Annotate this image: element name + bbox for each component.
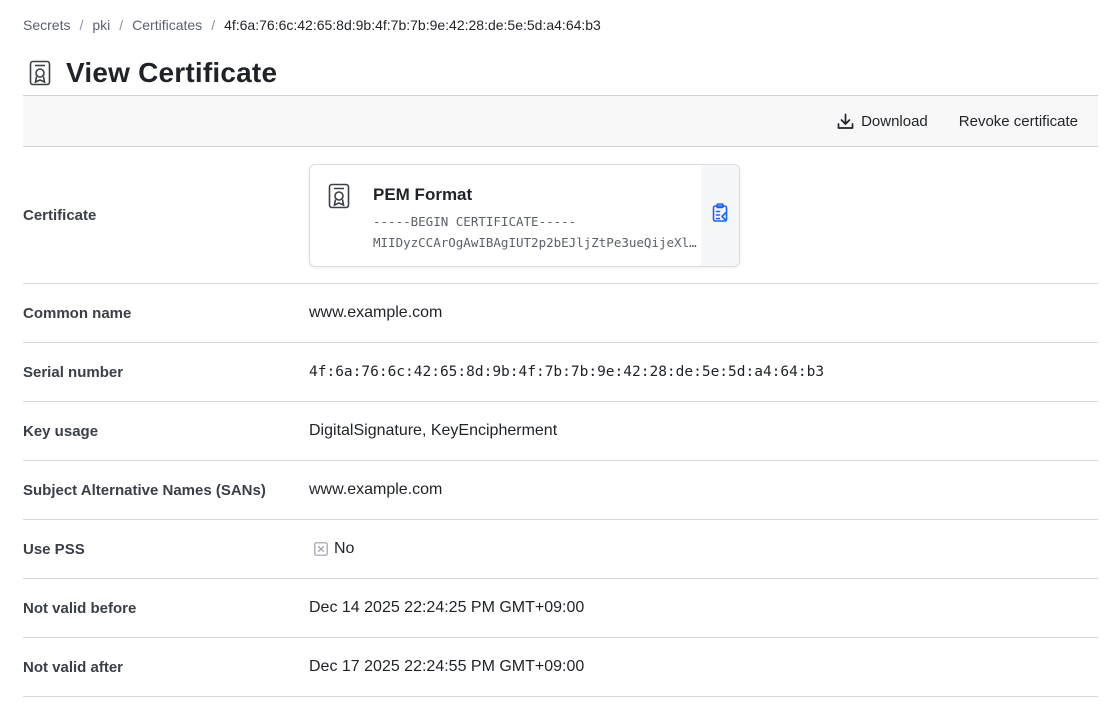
certificate-icon xyxy=(328,183,352,213)
download-button[interactable]: Download xyxy=(836,112,928,130)
clipboard-copy-icon xyxy=(712,203,729,227)
detail-row-serial-number: Serial number 4f:6a:76:6c:42:65:8d:9b:4f… xyxy=(23,343,1098,402)
certificate-icon xyxy=(23,56,57,90)
field-value: Dec 14 2025 22:24:25 PM GMT+09:00 xyxy=(309,599,585,616)
field-value: 4f:6a:76:6c:42:65:8d:9b:4f:7b:7b:9e:42:2… xyxy=(309,364,825,380)
field-label: Not valid after xyxy=(23,658,124,676)
pem-text: PEM Format -----BEGIN CERTIFICATE----- M… xyxy=(373,183,701,266)
download-label: Download xyxy=(861,112,928,130)
field-label: Certificate xyxy=(23,206,97,224)
detail-row-use-pss: Use PSS No xyxy=(23,520,1098,579)
breadcrumb-separator: / xyxy=(119,17,124,33)
pem-title: PEM Format xyxy=(373,184,473,204)
detail-row-certificate: Certificate PEM Format -----BEGIN CERTIF… xyxy=(23,147,1098,284)
field-value: DigitalSignature, KeyEncipherment xyxy=(309,422,558,439)
page-header: View Certificate xyxy=(23,56,277,90)
detail-row-not-valid-before: Not valid before Dec 14 2025 22:24:25 PM… xyxy=(23,579,1098,638)
revoke-label: Revoke certificate xyxy=(958,112,1078,130)
breadcrumb-certificates[interactable]: Certificates xyxy=(132,17,202,33)
field-value: No xyxy=(309,540,354,558)
field-label: Key usage xyxy=(23,422,99,440)
field-label: Common name xyxy=(23,304,132,322)
use-pss-value: No xyxy=(334,540,355,557)
breadcrumb-pki[interactable]: pki xyxy=(92,17,110,33)
field-value: www.example.com xyxy=(309,304,443,321)
revoke-certificate-button[interactable]: Revoke certificate xyxy=(959,113,1078,130)
field-label: Serial number xyxy=(23,363,124,381)
download-icon xyxy=(836,112,854,130)
field-label: Use PSS xyxy=(23,540,85,558)
pem-line-begin: -----BEGIN CERTIFICATE----- xyxy=(373,213,577,229)
toolbar: Download Revoke certificate xyxy=(23,95,1098,147)
field-label: Not valid before xyxy=(23,599,137,617)
field-label: Subject Alternative Names (SANs) xyxy=(23,481,266,499)
field-value: Dec 17 2025 22:24:55 PM GMT+09:00 xyxy=(309,658,585,675)
pem-card: PEM Format -----BEGIN CERTIFICATE----- M… xyxy=(309,163,740,267)
breadcrumb-current: 4f:6a:76:6c:42:65:8d:9b:4f:7b:7b:9e:42:2… xyxy=(224,17,601,33)
detail-row-key-usage: Key usage DigitalSignature, KeyEncipherm… xyxy=(23,402,1098,461)
detail-row-common-name: Common name www.example.com xyxy=(23,284,1098,343)
page-title: View Certificate xyxy=(66,57,278,88)
breadcrumb-secrets[interactable]: Secrets xyxy=(23,17,70,33)
pem-line-data: MIIDyzCCArOgAwIBAgIUT2p2bEJljZtPe3ueQije… xyxy=(373,234,701,250)
certificate-details: Certificate PEM Format -----BEGIN CERTIF… xyxy=(23,147,1098,697)
breadcrumb-separator: / xyxy=(79,17,84,33)
field-value: www.example.com xyxy=(309,481,443,498)
pem-content: PEM Format -----BEGIN CERTIFICATE----- M… xyxy=(310,165,701,266)
breadcrumb: Secrets / pki / Certificates / 4f:6a:76:… xyxy=(23,17,601,33)
copy-button[interactable] xyxy=(701,164,739,266)
x-square-icon xyxy=(314,542,328,556)
detail-row-not-valid-after: Not valid after Dec 17 2025 22:24:55 PM … xyxy=(23,638,1098,697)
detail-row-sans: Subject Alternative Names (SANs) www.exa… xyxy=(23,461,1098,520)
breadcrumb-separator: / xyxy=(211,17,216,33)
